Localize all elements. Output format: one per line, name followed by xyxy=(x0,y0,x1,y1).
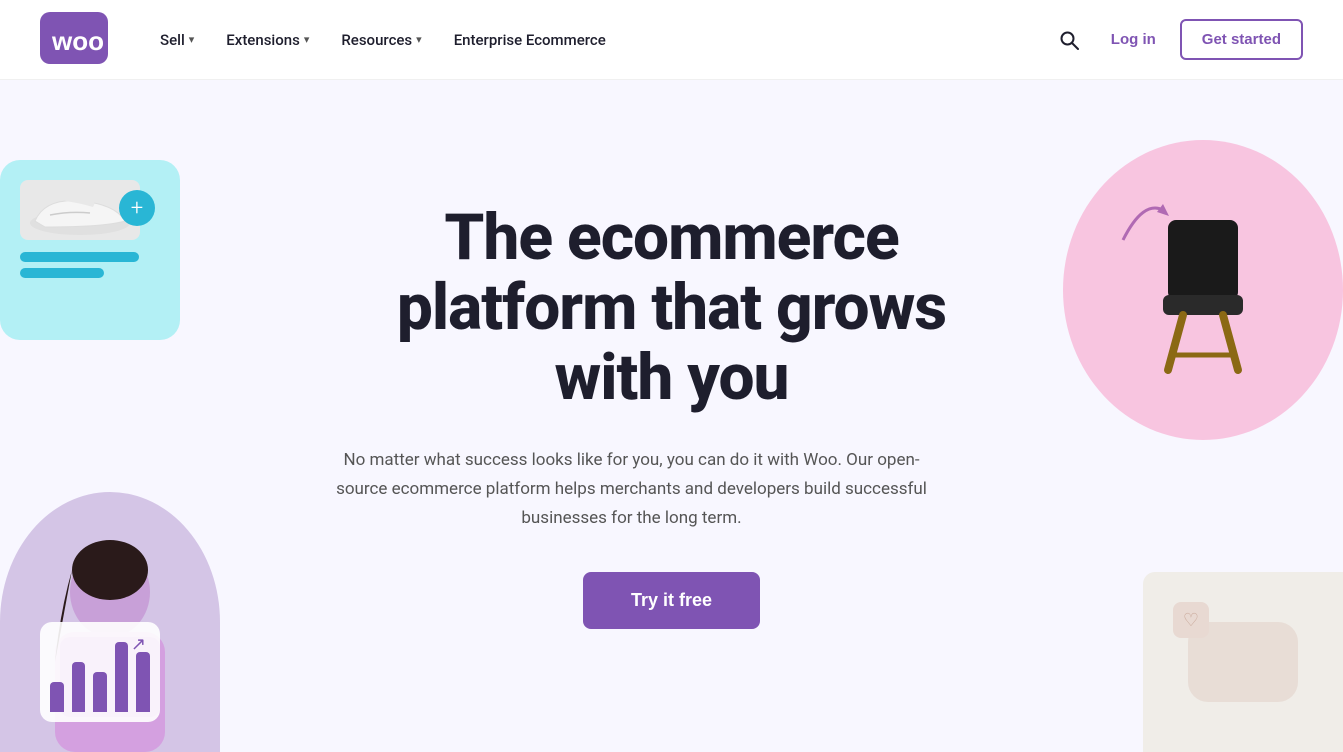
nav-enterprise[interactable]: Enterprise Ecommerce xyxy=(442,23,618,57)
hero-section: + ↗ xyxy=(0,80,1343,752)
pillow-product-card: ♡ xyxy=(1163,592,1323,732)
extensions-chevron-icon: ▾ xyxy=(304,33,310,46)
chair-image xyxy=(1063,140,1343,440)
site-header: woo Sell ▾ Extensions ▾ Resources ▾ Ente… xyxy=(0,0,1343,80)
header-actions: Log in Get started xyxy=(1051,19,1303,60)
main-nav: Sell ▾ Extensions ▾ Resources ▾ Enterpri… xyxy=(148,23,1051,57)
chart-bar-3 xyxy=(93,672,107,712)
trend-arrow-icon: ↗ xyxy=(131,634,146,655)
hero-content: The ecommerce platform that grows with y… xyxy=(332,203,1012,630)
search-button[interactable] xyxy=(1051,22,1087,58)
try-free-button[interactable]: Try it free xyxy=(583,572,760,629)
nav-sell[interactable]: Sell ▾ xyxy=(148,23,206,57)
product-line-2 xyxy=(20,268,104,278)
analytics-chart-decoration: ↗ xyxy=(40,622,160,722)
hero-subtitle: No matter what success looks like for yo… xyxy=(332,446,932,533)
nav-extensions[interactable]: Extensions ▾ xyxy=(214,23,321,57)
product-lines xyxy=(20,252,160,278)
resources-chevron-icon: ▾ xyxy=(416,33,422,46)
pillow-decoration: ♡ xyxy=(1143,572,1343,752)
nav-resources[interactable]: Resources ▾ xyxy=(329,23,433,57)
get-started-button[interactable]: Get started xyxy=(1180,19,1303,60)
login-button[interactable]: Log in xyxy=(1107,23,1160,56)
chair-decoration xyxy=(1063,140,1343,440)
product-card-decoration: + xyxy=(0,160,180,340)
add-to-cart-icon: + xyxy=(119,190,155,226)
chart-bar-2 xyxy=(72,662,86,712)
logo[interactable]: woo xyxy=(40,12,108,68)
hero-title: The ecommerce platform that grows with y… xyxy=(332,203,1012,414)
search-icon xyxy=(1059,30,1079,50)
arrow-decoration-icon xyxy=(1113,190,1173,250)
heart-icon: ♡ xyxy=(1173,602,1209,638)
svg-text:woo: woo xyxy=(51,26,104,56)
chart-bar-5 xyxy=(136,652,150,712)
curved-arrow-icon xyxy=(1113,190,1173,257)
chart-bar-1 xyxy=(50,682,64,712)
chart-bar-4 xyxy=(115,642,129,712)
product-line-1 xyxy=(20,252,139,262)
sell-chevron-icon: ▾ xyxy=(189,33,195,46)
